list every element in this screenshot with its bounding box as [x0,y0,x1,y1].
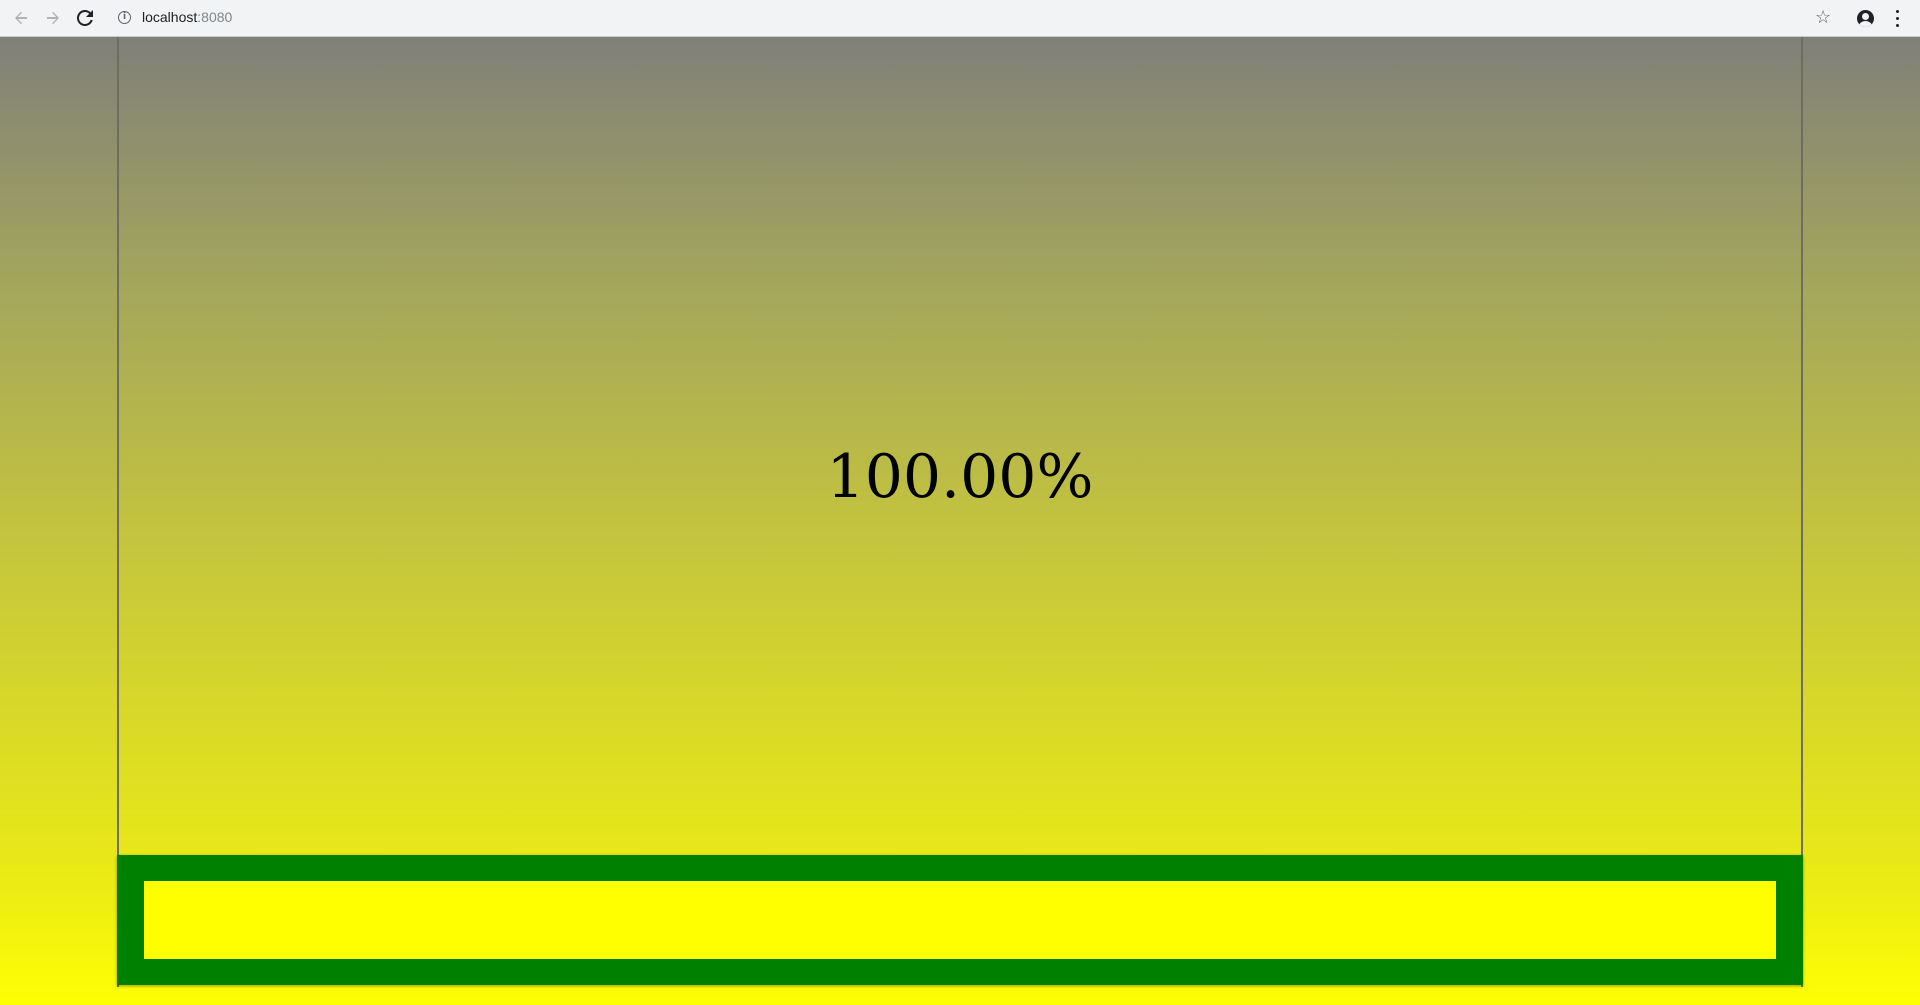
progress-bar-fill [144,881,1776,959]
progress-percent-label: 100.00% [826,442,1094,512]
browser-menu-icon[interactable] [1895,10,1899,27]
back-arrow-icon[interactable] [11,8,31,28]
forward-arrow-icon[interactable] [43,8,63,28]
url-port: :8080 [197,9,233,25]
browser-toolbar: i localhost:8080 ☆ [0,0,1920,37]
page-viewport: 100.00% [0,37,1920,1005]
content-panel: 100.00% [117,37,1803,987]
bookmark-star-icon[interactable]: ☆ [1815,7,1831,28]
address-bar[interactable]: localhost:8080 [142,9,232,25]
url-host: localhost [142,9,198,25]
reload-icon[interactable] [75,8,95,28]
profile-avatar-icon[interactable] [1857,10,1874,27]
progress-bar-track [117,855,1803,985]
site-info-icon[interactable]: i [118,11,131,24]
